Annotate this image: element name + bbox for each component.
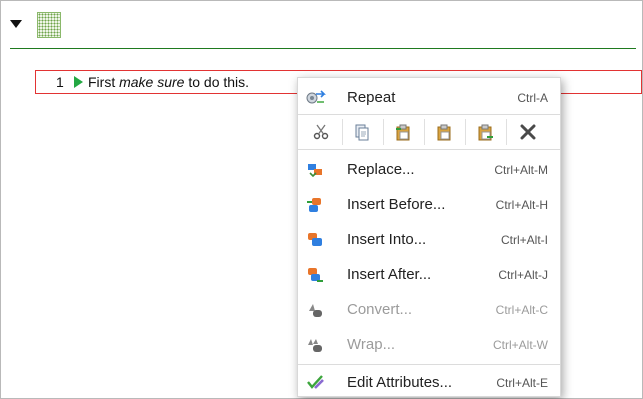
toolbar-divider <box>506 119 507 145</box>
menu-item-shortcut: Ctrl+Alt-H <box>495 198 548 212</box>
menu-item-label: Insert After... <box>347 266 432 283</box>
item-text-emphasis: make sure <box>119 74 185 90</box>
cut-button[interactable] <box>306 115 338 149</box>
menu-separator <box>298 364 560 365</box>
toolbar-divider <box>424 119 425 145</box>
menu-item-shortcut: Ctrl+Alt-W <box>493 338 548 352</box>
menu-item-label: Insert Into... <box>347 231 427 248</box>
clipboard-toolbar <box>298 114 560 150</box>
menu-item-edit-attributes[interactable]: Edit Attributes... Ctrl+Alt-E <box>298 367 560 399</box>
item-number: 1 <box>56 74 64 90</box>
toolbar-divider <box>342 119 343 145</box>
menu-item-label: Edit Attributes... <box>347 374 453 391</box>
paste-button[interactable] <box>428 115 460 149</box>
menu-item-shortcut: Ctrl+Alt-M <box>494 163 548 177</box>
insert-into-icon <box>306 231 324 249</box>
menu-item-insert-after[interactable]: Insert After... Ctrl+Alt-J <box>298 259 560 291</box>
toolbar-divider <box>383 119 384 145</box>
menu-item-repeat[interactable]: Repeat Ctrl-A <box>298 82 560 114</box>
menu-item-shortcut: Ctrl+Alt-E <box>496 376 548 390</box>
menu-item-label: Convert... <box>347 301 413 318</box>
header-divider <box>10 48 636 49</box>
insert-after-icon <box>306 266 324 284</box>
menu-item-shortcut: Ctrl-A <box>517 91 548 105</box>
menu-item-shortcut: Ctrl+Alt-J <box>498 268 548 282</box>
menu-item-replace[interactable]: Replace... Ctrl+Alt-M <box>298 154 560 186</box>
collapse-toggle-icon[interactable] <box>10 20 22 28</box>
item-text[interactable]: First make sure to do this. <box>88 74 249 90</box>
menu-item-label: Repeat <box>347 89 396 106</box>
menu-item-insert-before[interactable]: Insert Before... Ctrl+Alt-H <box>298 189 560 221</box>
menu-item-shortcut: Ctrl+Alt-C <box>495 303 548 317</box>
context-menu: Repeat Ctrl-A Replace... Ctrl+Alt-M Inse… <box>297 77 561 397</box>
menu-item-label: Replace... <box>347 161 415 178</box>
menu-item-label: Insert Before... <box>347 196 446 213</box>
menu-item-shortcut: Ctrl+Alt-I <box>500 233 548 247</box>
menu-item-label: Wrap... <box>347 336 396 353</box>
wrap-icon <box>306 336 324 354</box>
play-icon <box>74 76 83 88</box>
menu-item-convert: Convert... Ctrl+Alt-C <box>298 294 560 326</box>
toolbar-divider <box>465 119 466 145</box>
convert-icon <box>306 301 324 319</box>
paste-before-button[interactable] <box>387 115 419 149</box>
repeat-icon <box>306 89 326 107</box>
replace-icon <box>306 161 324 179</box>
menu-item-insert-into[interactable]: Insert Into... Ctrl+Alt-I <box>298 224 560 256</box>
copy-button[interactable] <box>346 115 378 149</box>
menu-item-wrap: Wrap... Ctrl+Alt-W <box>298 329 560 361</box>
paste-after-button[interactable] <box>469 115 501 149</box>
edit-attributes-icon <box>306 374 324 392</box>
element-tag-icon[interactable] <box>37 12 61 38</box>
delete-button[interactable] <box>512 115 544 149</box>
insert-before-icon <box>306 196 324 214</box>
